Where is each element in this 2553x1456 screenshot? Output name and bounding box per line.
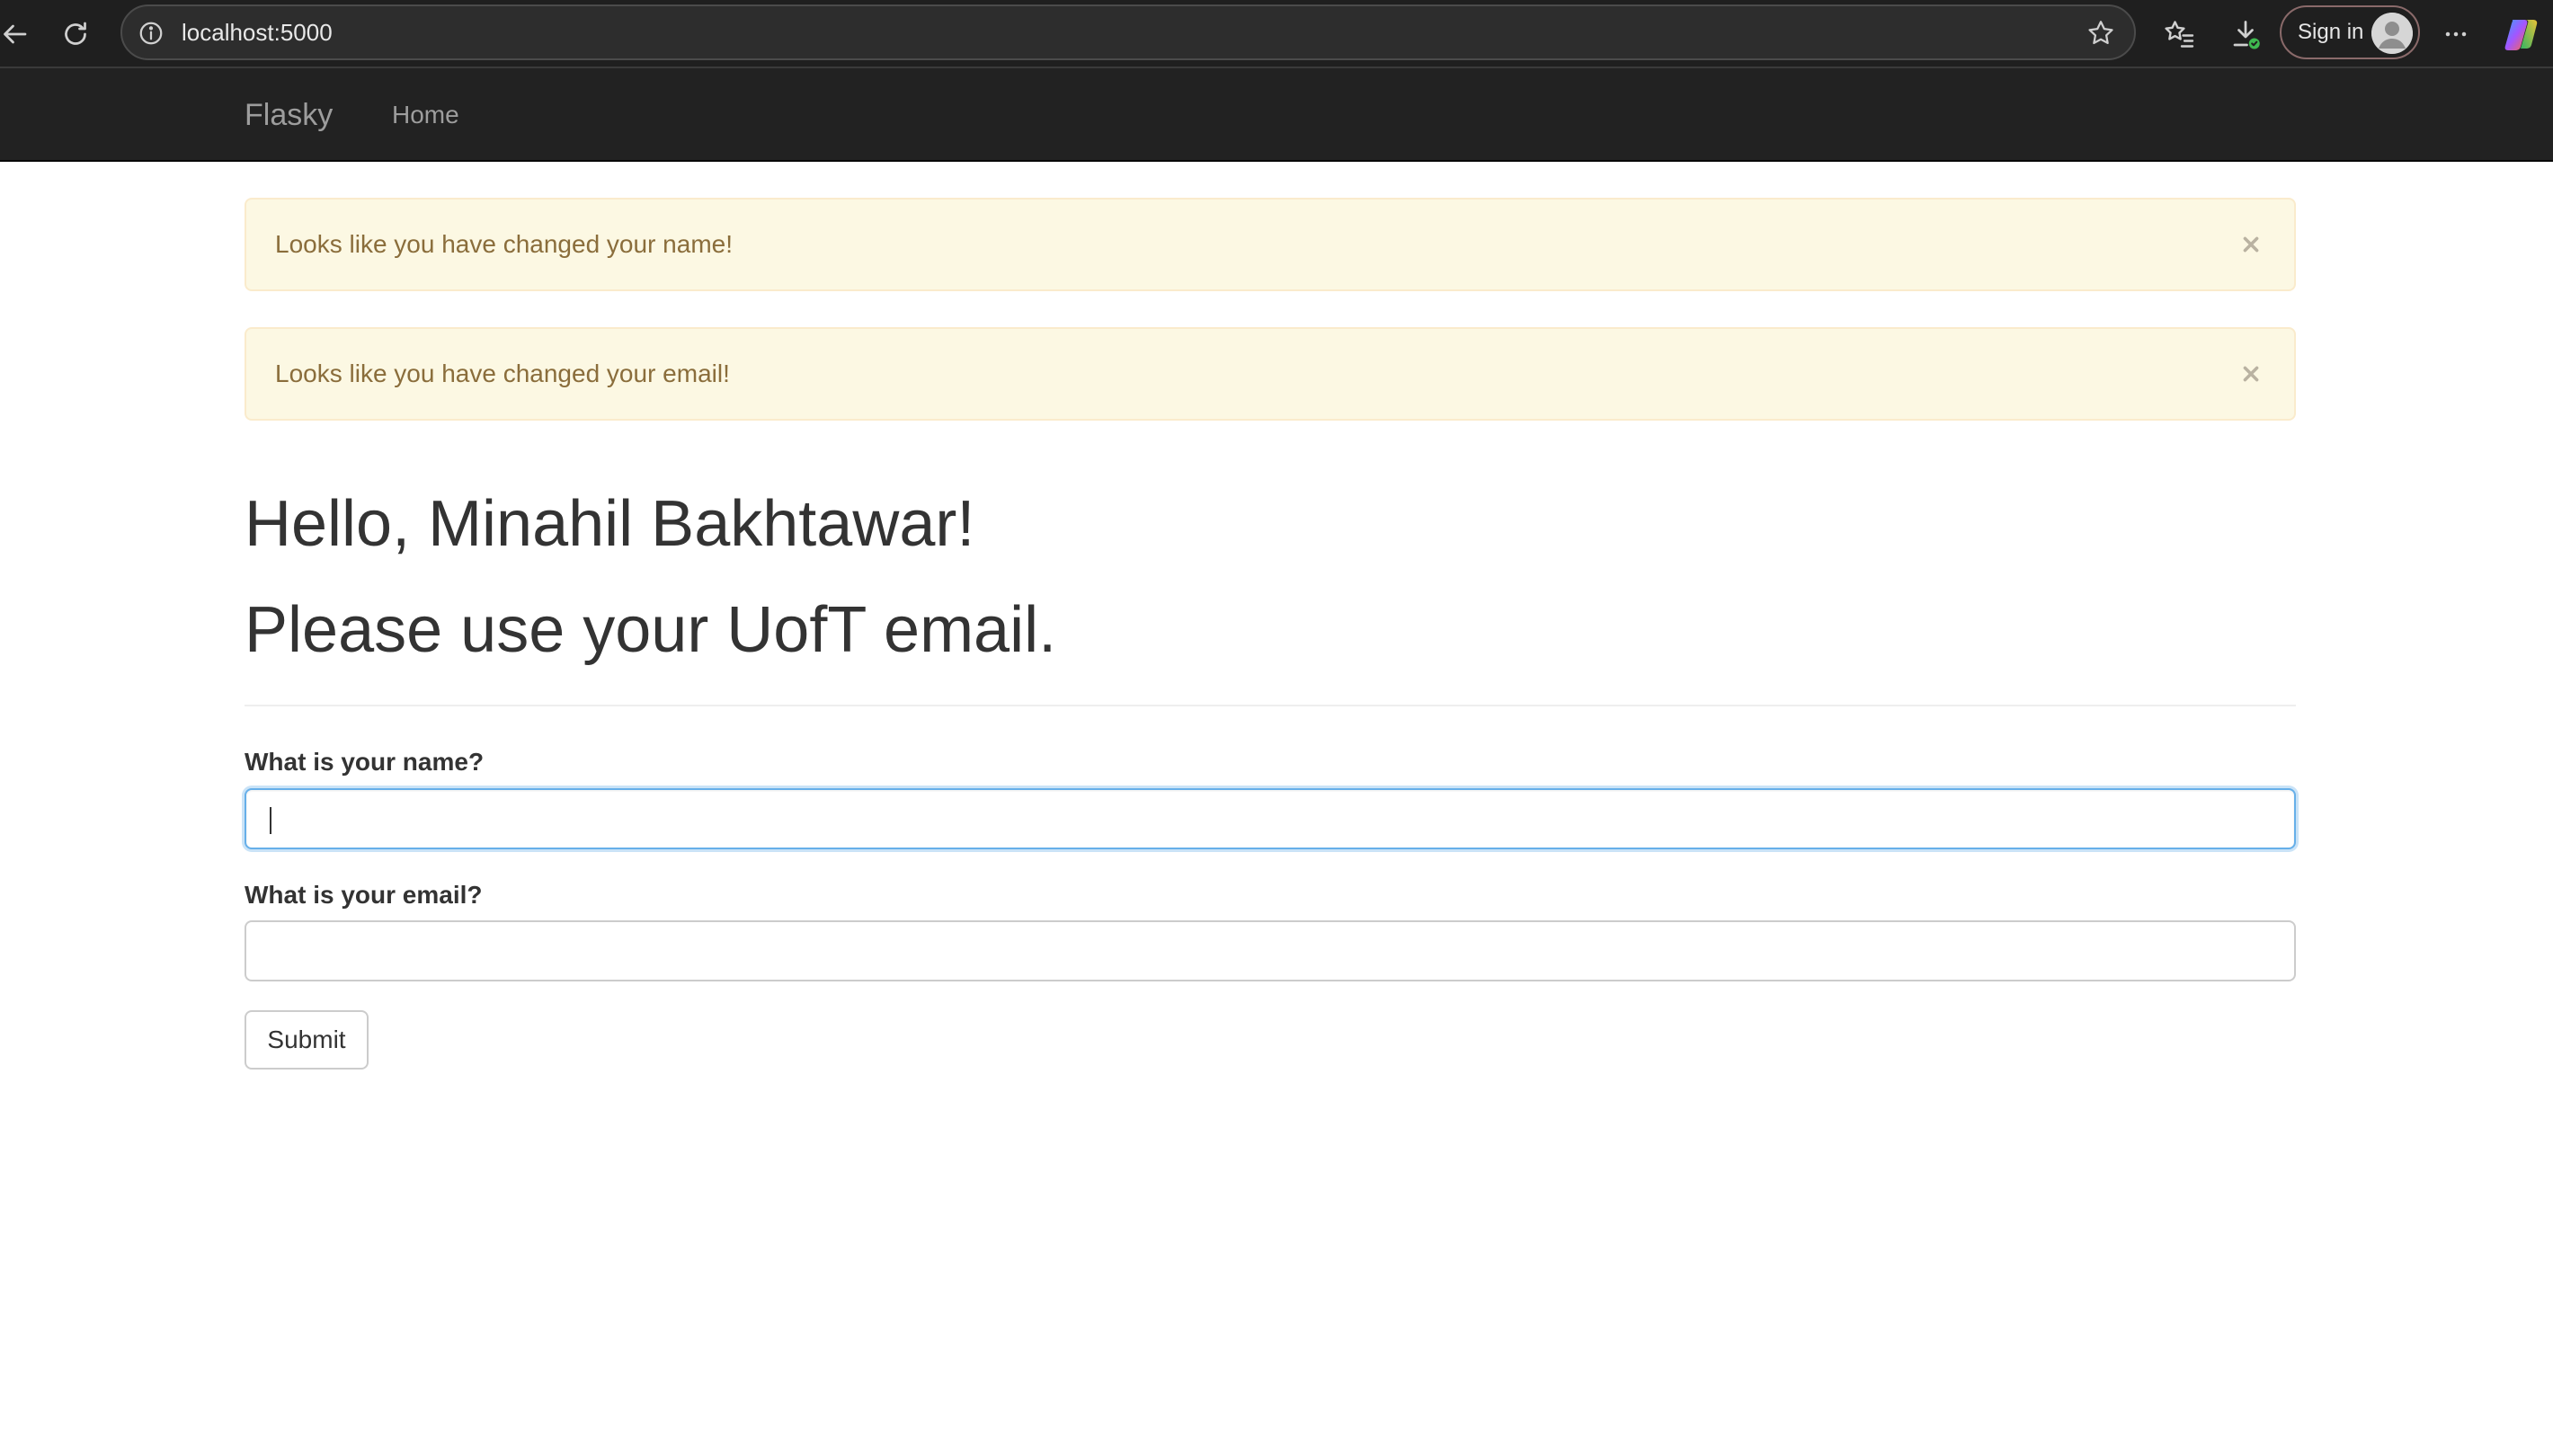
nav-link-home[interactable]: Home bbox=[392, 68, 459, 162]
alert-message: Looks like you have changed your name! bbox=[275, 230, 733, 258]
star-icon[interactable] bbox=[2084, 16, 2118, 50]
alert-warning: Looks like you have changed your email! bbox=[245, 327, 2296, 421]
more-icon[interactable] bbox=[2431, 9, 2481, 59]
browser-toolbar: localhost:5000 Sign in bbox=[0, 0, 2553, 68]
avatar bbox=[2371, 13, 2413, 54]
address-bar[interactable]: localhost:5000 bbox=[120, 4, 2136, 60]
reload-icon[interactable] bbox=[50, 9, 101, 59]
alert-warning: Looks like you have changed your name! bbox=[245, 198, 2296, 291]
name-field[interactable] bbox=[245, 788, 2296, 849]
back-arrow-icon[interactable] bbox=[0, 9, 40, 59]
close-icon[interactable] bbox=[2233, 226, 2269, 262]
url-text[interactable]: localhost:5000 bbox=[182, 6, 333, 58]
downloads-icon[interactable] bbox=[2220, 9, 2271, 59]
submit-button[interactable]: Submit bbox=[245, 1010, 369, 1070]
close-icon[interactable] bbox=[2233, 356, 2269, 392]
favorites-icon[interactable] bbox=[2154, 9, 2204, 59]
sign-in-label: Sign in bbox=[2298, 20, 2364, 44]
sign-in-button[interactable]: Sign in bbox=[2280, 5, 2420, 59]
info-icon[interactable] bbox=[135, 17, 167, 49]
copilot-icon[interactable] bbox=[2503, 14, 2542, 54]
name-label: What is your name? bbox=[245, 748, 485, 776]
page-title: Hello, Minahil Bakhtawar! bbox=[245, 488, 975, 560]
email-label: What is your email? bbox=[245, 881, 483, 909]
alert-message: Looks like you have changed your email! bbox=[275, 360, 730, 387]
email-field[interactable] bbox=[245, 920, 2296, 981]
text-caret bbox=[270, 807, 271, 834]
divider bbox=[245, 705, 2296, 706]
page-subtitle: Please use your UofT email. bbox=[245, 594, 1057, 666]
navbar-brand[interactable]: Flasky bbox=[245, 68, 333, 162]
navbar: Flasky Home bbox=[0, 68, 2553, 162]
